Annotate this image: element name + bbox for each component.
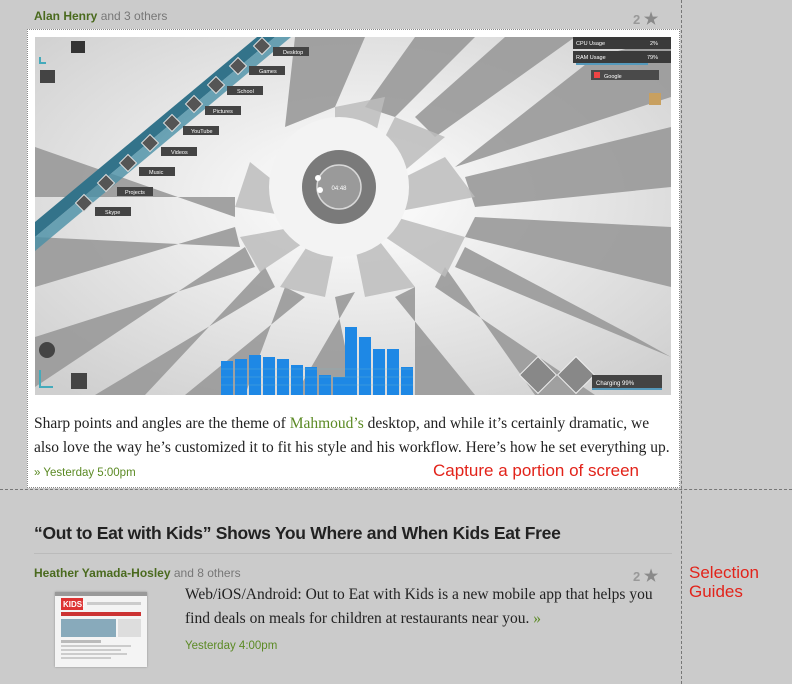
- doge-icon[interactable]: [649, 93, 661, 105]
- menu-games[interactable]: Games: [259, 69, 277, 75]
- menu-music[interactable]: Music: [149, 170, 164, 176]
- post2-star-count: 2: [633, 569, 641, 584]
- menu-desktop[interactable]: Desktop: [283, 50, 303, 56]
- ram-value: 79%: [647, 55, 658, 61]
- menu-videos[interactable]: Videos: [171, 150, 188, 156]
- horizontal-selection-guide[interactable]: [0, 489, 792, 490]
- mahmoud-link[interactable]: Mahmoud’s: [290, 415, 364, 432]
- menu-school[interactable]: School: [237, 89, 254, 95]
- post2-body: Web/iOS/Android: Out to Eat with Kids is…: [185, 583, 675, 631]
- star-icon[interactable]: ★: [644, 11, 658, 28]
- post1-star-count-container[interactable]: 2 ★: [633, 9, 658, 29]
- google-label[interactable]: Google: [604, 74, 622, 80]
- clock-time: 04:48: [331, 186, 347, 192]
- settings-icon[interactable]: [39, 342, 55, 358]
- out-to-eat-thumbnail-image: KIDS!: [55, 592, 147, 667]
- post1-star-count: 2: [633, 12, 641, 27]
- divider: [34, 553, 672, 554]
- menu-skype[interactable]: Skype: [105, 210, 120, 216]
- menu-youtube[interactable]: YouTube: [191, 129, 213, 135]
- capture-annotation: Capture a portion of screen: [433, 461, 640, 480]
- post1-timestamp[interactable]: » Yesterday 5:00pm: [34, 467, 136, 479]
- post1-others[interactable]: and 3 others: [97, 9, 168, 23]
- desktop-wallpaper: 04:48 Desktop Games School Pictures YouT…: [35, 37, 671, 395]
- twitter-icon[interactable]: [71, 373, 87, 389]
- post2-timestamp-container: Yesterday 4:00pm: [185, 633, 277, 658]
- menu-projects[interactable]: Projects: [125, 190, 145, 196]
- guides-annotation: Selection Guides: [689, 563, 759, 601]
- post1-author-line: Alan Henry and 3 others: [34, 9, 167, 23]
- post2-author[interactable]: Heather Yamada-Hosley: [34, 566, 171, 580]
- post2-read-more[interactable]: »: [533, 610, 541, 627]
- monitor-icon[interactable]: [71, 41, 85, 53]
- desktop-screenshot-image[interactable]: 04:48 Desktop Games School Pictures YouT…: [35, 37, 671, 395]
- window-icon[interactable]: [40, 70, 55, 83]
- post1-body-text: Sharp points and angles are the theme of: [34, 415, 290, 432]
- post2-timestamp[interactable]: Yesterday 4:00pm: [185, 640, 277, 652]
- post2-body-text: Web/iOS/Android: Out to Eat with Kids is…: [185, 586, 653, 627]
- post1-author[interactable]: Alan Henry: [34, 9, 97, 23]
- post2-headline[interactable]: “Out to Eat with Kids” Shows You Where a…: [34, 523, 561, 544]
- battery-status: Charging 99%: [596, 381, 635, 387]
- post2-others[interactable]: and 8 others: [171, 566, 241, 580]
- cpu-label: CPU Usage: [576, 41, 605, 47]
- guides-annotation-line2: Guides: [689, 582, 743, 601]
- vertical-selection-guide[interactable]: [681, 0, 682, 684]
- ram-label: RAM Usage: [576, 55, 606, 61]
- post2-thumbnail[interactable]: KIDS!: [55, 592, 147, 667]
- cpu-value: 2%: [650, 41, 658, 47]
- post2-author-line: Heather Yamada-Hosley and 8 others: [34, 566, 241, 580]
- guides-annotation-line1: Selection: [689, 563, 759, 582]
- menu-pictures[interactable]: Pictures: [213, 109, 233, 115]
- thumbnail-logo-text: KIDS!: [63, 600, 85, 609]
